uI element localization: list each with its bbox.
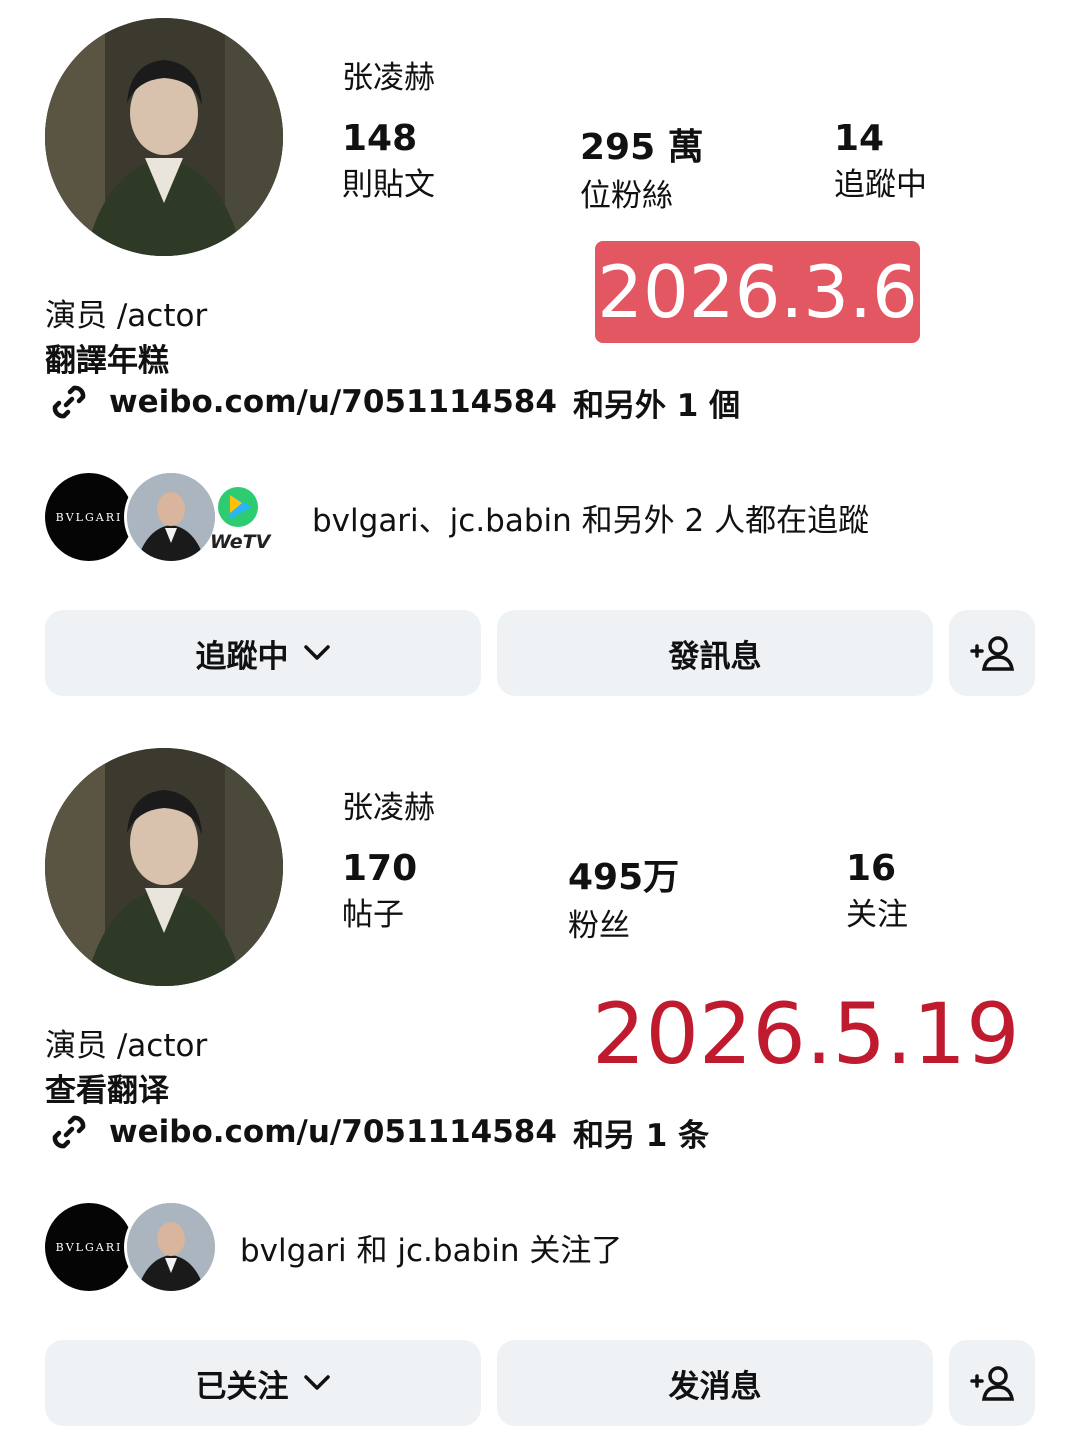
external-link[interactable]: weibo.com/u/7051114584 和另 1 条 — [45, 1108, 709, 1156]
stat-followers-value: 495万 — [568, 857, 680, 898]
following-button[interactable]: 追蹤中 — [45, 610, 481, 696]
translate-link[interactable]: 翻譯年糕 — [45, 335, 169, 380]
add-person-icon — [970, 1366, 1014, 1401]
profile-avatar[interactable] — [45, 748, 283, 986]
add-person-button[interactable] — [949, 1340, 1035, 1426]
stat-posts-label: 則貼文 — [342, 167, 435, 203]
stat-following[interactable]: 14 追蹤中 — [834, 118, 927, 204]
add-person-button[interactable] — [949, 610, 1035, 696]
stat-posts-label: 帖子 — [342, 897, 404, 933]
link-url: weibo.com/u/7051114584 — [109, 384, 557, 420]
bio-text: 演员 /actor — [45, 1028, 208, 1064]
profile-avatar[interactable] — [45, 18, 283, 256]
stat-posts[interactable]: 148 則貼文 — [342, 118, 435, 204]
chevron-down-icon — [303, 1375, 330, 1390]
mutual-avatar-bvlgari: BVLGARI — [42, 1200, 136, 1294]
chevron-down-icon — [303, 645, 330, 660]
link-more: 和另 1 条 — [572, 1117, 710, 1154]
message-button-label: 发消息 — [668, 1368, 762, 1405]
stat-followers-value: 295 萬 — [580, 127, 704, 168]
mutual-avatar-bvlgari: BVLGARI — [42, 470, 136, 564]
stat-followers[interactable]: 295 萬 位粉絲 — [580, 118, 704, 215]
message-button[interactable]: 發訊息 — [497, 610, 933, 696]
stat-following-value: 14 — [834, 118, 885, 159]
following-button-label: 追蹤中 — [195, 638, 289, 675]
message-button-label: 發訊息 — [668, 638, 762, 675]
date-badge: 2026.3.6 — [595, 241, 920, 343]
wetv-logo-icon: WeTV — [210, 473, 272, 561]
mutual-avatar-jcbabin — [124, 470, 218, 564]
mutual-avatar-jcbabin — [124, 1200, 218, 1294]
profile-username: 张凌赫 — [342, 60, 435, 96]
wetv-label: WeTV — [210, 531, 271, 553]
mutual-followers-text: bvlgari 和 jc.babin 关注了 — [240, 1232, 623, 1269]
bio-text: 演员 /actor — [45, 298, 208, 334]
profile-username: 张凌赫 — [342, 790, 435, 826]
stat-followers-label: 位粉絲 — [580, 178, 673, 214]
stat-posts-value: 148 — [342, 118, 418, 159]
link-url: weibo.com/u/7051114584 — [109, 1114, 557, 1150]
mutual-followers[interactable]: BVLGARI bvlgari 和 jc.babin 关注了 — [42, 1200, 622, 1294]
add-person-icon — [970, 636, 1014, 671]
stat-following-label: 追蹤中 — [834, 167, 927, 203]
stat-followers[interactable]: 495万 粉丝 — [568, 848, 679, 945]
stat-following-value: 16 — [846, 848, 897, 889]
stat-posts[interactable]: 170 帖子 — [342, 848, 417, 934]
stat-following-label: 关注 — [846, 897, 908, 933]
link-icon — [52, 385, 86, 419]
external-link[interactable]: weibo.com/u/7051114584 和另外 1 個 — [45, 378, 740, 426]
message-button[interactable]: 发消息 — [497, 1340, 933, 1426]
link-more: 和另外 1 個 — [572, 387, 741, 424]
stat-posts-value: 170 — [342, 848, 418, 889]
stat-following[interactable]: 16 关注 — [846, 848, 908, 934]
following-button[interactable]: 已关注 — [45, 1340, 481, 1426]
mutual-followers[interactable]: BVLGARI WeTV bvlgari、jc.babin 和另外 2 人都在追… — [42, 470, 869, 564]
stat-followers-label: 粉丝 — [568, 908, 630, 944]
date-text: 2026.5.19 — [592, 985, 1020, 1083]
link-icon — [52, 1115, 86, 1149]
mutual-followers-text: bvlgari、jc.babin 和另外 2 人都在追蹤 — [312, 502, 870, 539]
following-button-label: 已关注 — [195, 1368, 289, 1405]
translate-link[interactable]: 查看翻译 — [45, 1065, 169, 1110]
